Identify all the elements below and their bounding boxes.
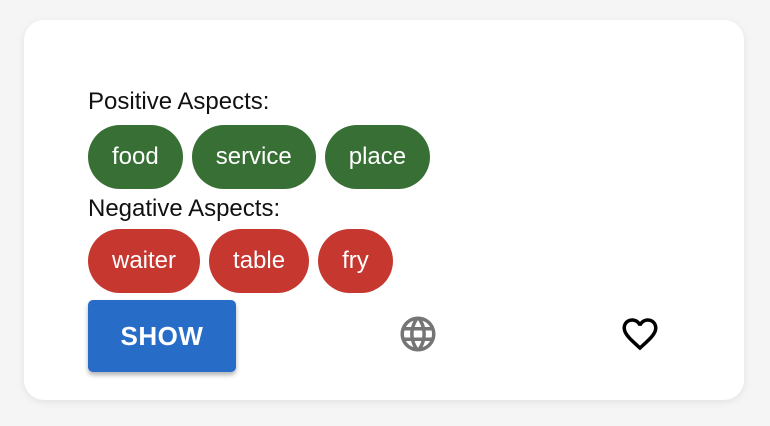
positive-chip[interactable]: place	[324, 125, 431, 189]
heart-outline-icon[interactable]	[618, 312, 662, 356]
positive-aspects-label: Positive Aspects:	[88, 88, 270, 115]
aspects-card: Positive Aspects: food service place Neg…	[24, 20, 744, 400]
globe-icon[interactable]	[396, 312, 440, 356]
negative-chip[interactable]: fry	[318, 229, 393, 293]
negative-chip[interactable]: waiter	[88, 229, 201, 293]
negative-chips: waiter table fry	[88, 229, 393, 293]
positive-chips: food service place	[88, 125, 431, 189]
show-button[interactable]: SHOW	[88, 300, 236, 372]
positive-chip[interactable]: food	[88, 125, 183, 189]
negative-chip[interactable]: table	[209, 229, 310, 293]
positive-chip[interactable]: service	[191, 125, 316, 189]
negative-aspects-label: Negative Aspects:	[88, 195, 281, 222]
